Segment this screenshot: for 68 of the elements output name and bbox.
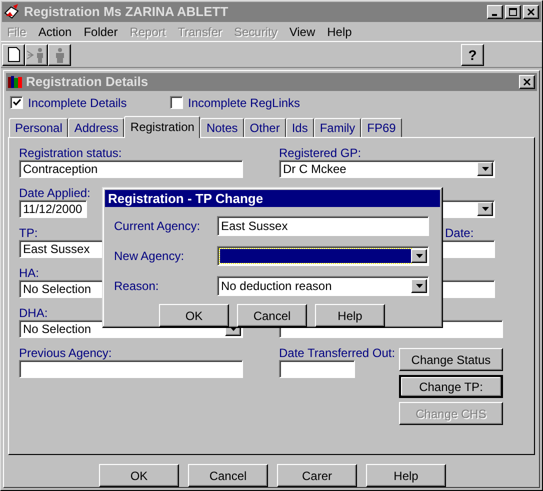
dropdown-field[interactable]: Dr C Mckee [279,160,495,178]
field-label: Registered GP: [279,146,362,160]
caret-icon [482,166,488,171]
checkbox-label: Incomplete RegLinks [188,94,300,112]
tab[interactable]: Other [244,118,286,137]
push-button[interactable]: Change TP: [399,375,503,398]
text-field[interactable] [279,360,355,378]
field-label: TP: [19,226,38,240]
caret-icon [416,254,422,258]
push-button[interactable]: Change Status [399,348,503,372]
text-field[interactable]: Contraception [19,160,243,178]
tab[interactable]: Ids [286,118,314,137]
field-label: Registration status: [19,146,122,160]
field-label: Current Agency: [114,218,202,235]
text-field[interactable]: East Sussex [217,216,429,236]
maximize-icon [509,8,517,16]
dropdown-button[interactable] [411,279,427,293]
push-button[interactable]: Help [366,464,446,487]
field-label: Date: [445,226,474,240]
books-icon [8,76,22,88]
dropdown-field[interactable] [217,246,429,266]
text-field[interactable]: 11/12/2000 [19,200,87,218]
field-label: DHA: [19,306,48,320]
push-button[interactable]: OK [159,304,229,327]
dialog-title: Registration - TP Change [108,190,264,208]
minimize-button[interactable] [487,5,503,19]
close-button[interactable] [519,75,535,89]
tab[interactable]: Notes [200,118,244,137]
push-button[interactable]: Help [315,304,385,327]
close-icon [527,8,535,16]
dropdown-button[interactable] [411,249,427,263]
field-label: HA: [19,266,40,280]
tab[interactable]: FP69 [361,118,402,137]
caret-icon [416,284,422,288]
toolbar-button[interactable] [48,44,71,66]
app-icon [4,4,20,20]
check-icon [12,99,20,106]
tab[interactable]: Family [314,118,362,137]
window-title: Registration Ms ZARINA ABLETT [24,3,228,22]
caret-icon [482,206,488,211]
push-button[interactable]: Cancel [188,464,268,487]
toolbar-button[interactable] [2,44,25,66]
text-field[interactable] [19,360,243,378]
field-label: New Agency: [114,248,186,265]
dropdown-button[interactable] [477,202,493,216]
field-label: Previous Agency: [19,346,112,360]
push-button[interactable]: Carer [277,464,357,487]
checkbox[interactable] [10,96,23,110]
push-button[interactable]: Cancel [237,304,307,327]
menu-item[interactable]: Action [38,22,72,40]
menu-item[interactable]: Help [327,22,352,40]
dropdown-field[interactable]: No deduction reason [217,276,429,296]
field-label: Date Transferred Out: [279,346,396,360]
close-icon [523,78,531,86]
menu-item[interactable]: View [289,22,316,40]
field-label: Date Applied: [19,186,90,200]
menu-item[interactable]: Folder [84,22,118,40]
tab[interactable]: Registration [124,116,200,138]
close-button[interactable] [523,5,539,19]
field-label: Reason: [114,278,160,295]
maximize-button[interactable] [505,5,521,19]
help-button[interactable]: ? [461,44,484,66]
push-button[interactable]: OK [99,464,179,487]
checkbox-label: Incomplete Details [28,94,127,112]
tab[interactable]: Personal [9,118,68,137]
dropdown-button[interactable] [477,162,493,176]
checkbox[interactable] [170,96,183,110]
window-title: Registration Details [26,73,148,92]
